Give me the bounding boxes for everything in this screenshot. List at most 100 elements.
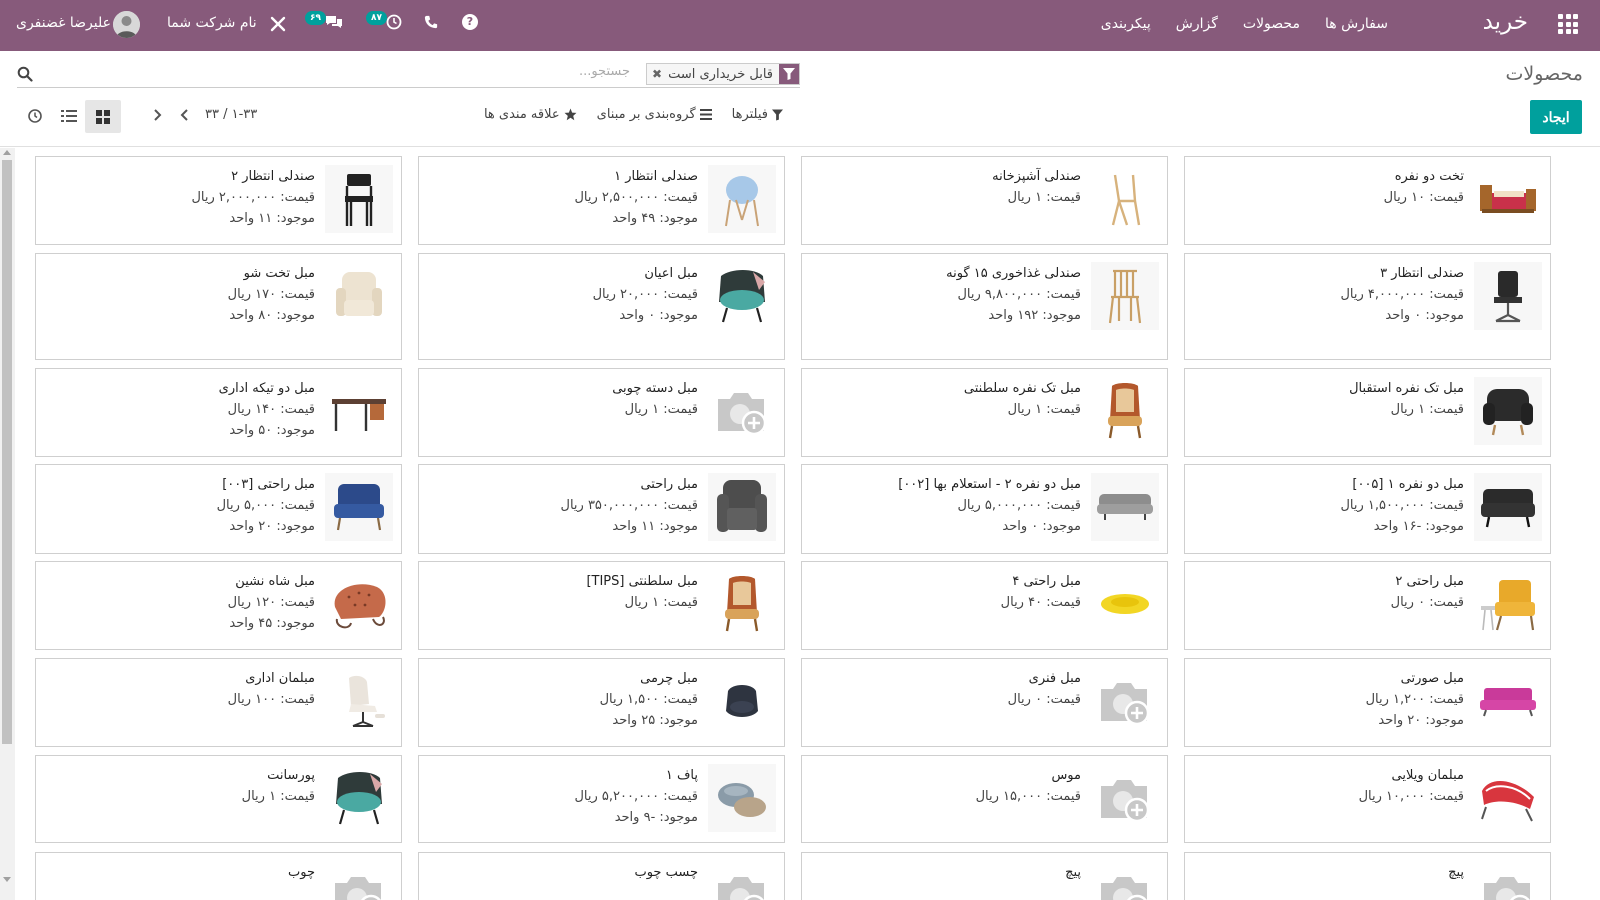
product-name: مبلمان اداری (245, 671, 315, 686)
search-icon[interactable] (17, 66, 33, 82)
product-card[interactable]: صندلی انتظار ۲ قیمت: ۲,۰۰۰,۰۰۰ ریال موجود:… (35, 156, 402, 245)
scroll-up-icon[interactable] (3, 150, 11, 155)
product-card[interactable]: مبل دو نفره ۱ [۰۰۵] قیمت: ۱,۵۰۰,۰۰۰ ریال م… (1184, 464, 1551, 554)
product-name: صندلی آشپزخانه (992, 169, 1081, 184)
product-card[interactable]: مبلمان اداری قیمت: ۱۰۰ ریال (35, 658, 402, 747)
filters-dropdown[interactable]: فیلترها (732, 107, 783, 122)
product-card[interactable]: مبل راحتی ۲ قیمت: ۰ ریال (1184, 561, 1551, 650)
product-card[interactable]: صندلی غذاخوری ۱۵ گونه قیمت: ۹,۸۰۰,۰۰۰ ریا… (801, 253, 1168, 360)
product-price: قیمت: ۱۲۰ ریال (227, 595, 315, 610)
groupby-dropdown[interactable]: گروه‌بندی بر مبنای (597, 107, 712, 122)
product-card[interactable]: مبل سلطنتی [TIPS] قیمت: ۱ ریال (418, 561, 785, 650)
product-name: مبل دسته چوبی (612, 381, 698, 396)
menu-item-configuration[interactable]: پیکربندی (1101, 16, 1151, 32)
scroll-down-icon[interactable] (3, 877, 11, 882)
scrollbar-thumb[interactable] (2, 160, 12, 744)
activity-count-badge: ۸۷ (366, 11, 387, 25)
product-card[interactable]: پورسانت قیمت: ۱ ریال (35, 755, 402, 843)
product-card[interactable]: صندلی آشپزخانه قیمت: ۱ ریال (801, 156, 1168, 245)
product-card[interactable]: مبل چرمی قیمت: ۱,۵۰۰ ریال موجود: ۲۵ واحد (418, 658, 785, 747)
menu-item-products[interactable]: محصولات (1243, 16, 1300, 32)
product-card[interactable]: صندلی انتظار ۳ قیمت: ۴,۰۰۰,۰۰۰ ریال موجود:… (1184, 253, 1551, 360)
product-card[interactable]: مبل دسته چوبی قیمت: ۱ ریال (418, 368, 785, 457)
user-name[interactable]: علیرضا غضنفری (16, 15, 111, 31)
phone-icon[interactable] (424, 14, 438, 30)
product-card[interactable]: مبل اعیان قیمت: ۲۰,۰۰۰ ریال موجود: ۰ واحد (418, 253, 785, 360)
help-icon[interactable]: ? (462, 14, 478, 30)
debug-tools-icon[interactable] (270, 16, 286, 32)
user-avatar[interactable] (113, 11, 140, 38)
chat-icon[interactable] (325, 14, 343, 30)
product-image (1474, 473, 1542, 541)
product-card[interactable]: مبل راحتی [۰۰۳] قیمت: ۵,۰۰۰ ریال موجود: ۲۰… (35, 464, 402, 554)
activity-clock-icon[interactable] (386, 14, 402, 30)
apps-menu-icon[interactable] (1558, 14, 1578, 34)
product-card[interactable]: چسب چوب (418, 852, 785, 900)
pager-value[interactable]: ۱-۳۳ / ۳۳ (205, 107, 257, 122)
product-image (708, 570, 776, 638)
chevron-right-icon[interactable] (150, 107, 164, 123)
product-image (1091, 473, 1159, 541)
product-stock: موجود: ۲۰ واحد (229, 519, 315, 534)
product-card[interactable]: پاف ۱ قیمت: ۵,۲۰۰,۰۰۰ ریال موجود: -۹ واحد (418, 755, 785, 843)
favorites-label: علاقه مندی ها (483, 107, 560, 122)
product-image (325, 262, 393, 330)
search-facet: قابل خریداری است ✖ (646, 63, 800, 85)
product-name: صندلی انتظار ۳ (1380, 266, 1464, 281)
product-card[interactable]: مبل تک نفره استقبال قیمت: ۱ ریال (1184, 368, 1551, 457)
kanban-view-button[interactable] (85, 100, 121, 133)
product-card[interactable]: مبلمان ویلایی قیمت: ۱۰,۰۰۰ ریال (1184, 755, 1551, 843)
product-card[interactable]: مبل شاه نشین قیمت: ۱۲۰ ریال موجود: ۴۵ واحد (35, 561, 402, 650)
product-info: موس قیمت: ۱۵,۰۰۰ ریال (810, 766, 1081, 807)
main-menu: سفارش ها محصولات گزارش پیکربندی (1076, 16, 1388, 32)
company-switcher[interactable]: نام شرکت شما (167, 15, 257, 31)
product-card[interactable]: مبل راحتی ۴ قیمت: ۴۰ ریال (801, 561, 1168, 650)
menu-item-reporting[interactable]: گزارش (1176, 16, 1218, 32)
search-input[interactable] (70, 64, 630, 79)
facet-remove-icon[interactable]: ✖ (647, 67, 662, 81)
product-info: چسب چوب (427, 863, 698, 883)
product-name: مبل راحتی (640, 477, 698, 492)
product-image (325, 165, 393, 233)
list-view-icon[interactable] (61, 108, 77, 124)
menu-item-orders[interactable]: سفارش ها (1325, 16, 1388, 32)
product-info: مبل دو تیکه اداری قیمت: ۱۴۰ ریال موجود: ۵۰… (44, 379, 315, 441)
product-price: قیمت: ۱,۵۰۰,۰۰۰ ریال (1340, 498, 1464, 513)
product-name: مبل راحتی ۴ (1012, 574, 1081, 589)
product-card[interactable]: مبل دو نفره ۲ - استعلام بها [۰۰۲] قیمت: ۵… (801, 464, 1168, 554)
product-info: صندلی انتظار ۲ قیمت: ۲,۰۰۰,۰۰۰ ریال موجود:… (44, 167, 315, 229)
product-card[interactable]: مبل فنری قیمت: ۰ ریال (801, 658, 1168, 747)
product-stock: موجود: ۰ واحد (619, 308, 698, 323)
product-card[interactable]: مبل راحتی قیمت: ۳۵۰,۰۰۰,۰۰۰ ریال موجود: ۱۱… (418, 464, 785, 554)
product-name: پورسانت (267, 768, 315, 783)
product-card[interactable]: پیچ (1184, 852, 1551, 900)
product-stock: موجود: ۰ واحد (1002, 519, 1081, 534)
product-name: مبل سلطنتی [TIPS] (586, 574, 698, 589)
activity-view-icon[interactable] (27, 108, 43, 124)
product-card[interactable]: صندلی انتظار ۱ قیمت: ۲,۵۰۰,۰۰۰ ریال موجود:… (418, 156, 785, 245)
filter-funnel-icon (779, 64, 799, 84)
create-button[interactable]: ایجاد (1530, 100, 1582, 134)
product-card[interactable]: مبل تک نفره سلطنتی قیمت: ۱ ریال (801, 368, 1168, 457)
product-image (325, 764, 393, 832)
product-card[interactable]: چوب (35, 852, 402, 900)
product-stock: موجود: ۰ واحد (1385, 308, 1464, 323)
image-placeholder-icon (708, 377, 776, 445)
product-card[interactable]: مبل دو تیکه اداری قیمت: ۱۴۰ ریال موجود: ۵۰… (35, 368, 402, 457)
chevron-left-icon[interactable] (178, 107, 192, 123)
app-brand[interactable]: خرید (1483, 9, 1528, 35)
vertical-scrollbar[interactable] (0, 148, 15, 900)
product-price: قیمت: ۵,۲۰۰,۰۰۰ ریال (574, 789, 698, 804)
systray: ? ۸۷ ۶۹ نام شرکت شما علیرضا غضنفری (0, 0, 700, 51)
product-card[interactable]: تخت دو نفره قیمت: ۱۰ ریال (1184, 156, 1551, 245)
product-card[interactable]: پیچ (801, 852, 1168, 900)
product-card[interactable]: موس قیمت: ۱۵,۰۰۰ ریال (801, 755, 1168, 843)
favorites-dropdown[interactable]: علاقه مندی ها (484, 107, 577, 122)
product-card[interactable]: مبل تخت شو قیمت: ۱۷۰ ریال موجود: ۸۰ واحد (35, 253, 402, 360)
product-card[interactable]: مبل صورتی قیمت: ۱,۲۰۰ ریال موجود: ۲۰ واحد (1184, 658, 1551, 747)
image-placeholder-icon (1474, 861, 1542, 900)
product-name: صندلی غذاخوری ۱۵ گونه (946, 266, 1081, 281)
product-name: مبل چرمی (640, 671, 698, 686)
product-stock: موجود: ۱۱ واحد (229, 211, 315, 226)
product-info: مبل راحتی ۴ قیمت: ۴۰ ریال (810, 572, 1081, 613)
